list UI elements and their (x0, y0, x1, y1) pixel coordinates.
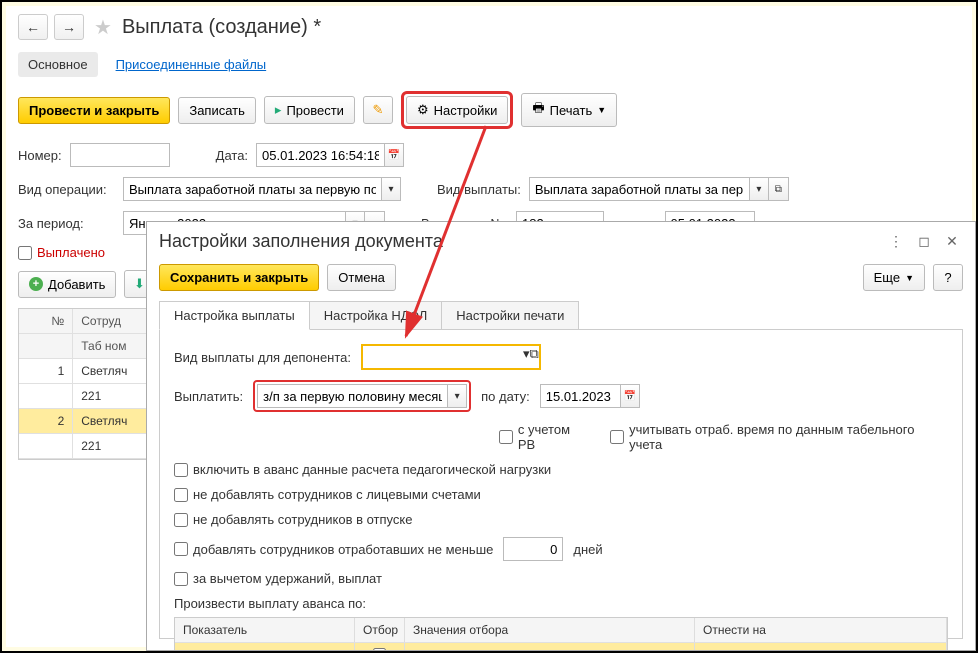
table-row[interactable]: 221 (19, 384, 152, 409)
col-assign[interactable]: Отнести на (695, 618, 947, 642)
col-indicator[interactable]: Показатель (175, 618, 355, 642)
pay-field-highlight: ▾ (253, 380, 471, 412)
printer-icon: 🖶 (532, 99, 544, 121)
col-tabnum[interactable]: Таб ном (73, 334, 152, 358)
add-button[interactable]: +Добавить (18, 271, 116, 298)
pay-select[interactable] (257, 384, 447, 408)
tab-print-settings[interactable]: Настройки печати (441, 301, 579, 330)
dropdown-icon[interactable]: ▾ (381, 177, 401, 201)
row-filter-checkbox[interactable] (373, 648, 386, 651)
by-date-label: по дату: (481, 389, 530, 404)
tab-attached-files[interactable]: Присоединенные файлы (116, 57, 267, 72)
maximize-icon[interactable]: ◻ (913, 230, 935, 252)
plus-icon: + (29, 277, 43, 291)
employee-grid: № Сотруд Таб ном 1 Светляч 221 2 Светляч… (18, 308, 153, 460)
dropdown-icon[interactable]: ▾ (447, 384, 467, 408)
table-row[interactable]: 1 Светляч (19, 359, 152, 384)
col-employee[interactable]: Сотруд (73, 309, 152, 333)
nav-forward-button[interactable]: → (54, 14, 84, 40)
col-number[interactable]: № (19, 309, 73, 333)
paid-checkbox[interactable]: Выплачено (18, 245, 105, 260)
chevron-down-icon: ▼ (597, 105, 606, 115)
calendar-icon[interactable]: 📅 (384, 143, 404, 167)
number-label: Номер: (18, 148, 62, 163)
dialog-title: Настройки заполнения документа (159, 231, 885, 252)
calendar-icon[interactable]: 📅 (620, 384, 640, 408)
op-type-label: Вид операции: (18, 182, 115, 197)
no-vacation-checkbox[interactable]: не добавлять сотрудников в отпуске (174, 512, 412, 527)
table-row[interactable]: 2 Светляч (19, 409, 152, 434)
settings-button[interactable]: ⚙Настройки (406, 96, 508, 124)
close-icon[interactable]: ✕ (941, 230, 963, 252)
save-close-button[interactable]: Сохранить и закрыть (159, 264, 319, 291)
by-date-input[interactable] (540, 384, 620, 408)
open-icon[interactable]: ⧉ (769, 177, 789, 201)
more-button[interactable]: Еще▼ (863, 264, 925, 291)
subhead-label: Произвести выплату аванса по: (174, 596, 948, 611)
help-button[interactable]: ? (933, 264, 963, 291)
menu-icon[interactable]: ⋮ (885, 230, 907, 252)
post-button[interactable]: ▸Провести (264, 96, 355, 124)
tab-payment-settings[interactable]: Настройка выплаты (159, 301, 310, 330)
col-values[interactable]: Значения отбора (405, 618, 695, 642)
tab-main[interactable]: Основное (18, 52, 98, 77)
op-type-input[interactable] (123, 177, 381, 201)
days-input[interactable] (503, 537, 563, 561)
col-filter[interactable]: Отбор (355, 618, 405, 642)
chevron-down-icon: ▼ (905, 273, 914, 283)
table-row[interactable]: Подразделение по всем подразделениям (175, 642, 947, 651)
settings-button-highlight: ⚙Настройки (401, 91, 513, 129)
filter-table: Показатель Отбор Значения отбора Отнести… (174, 617, 948, 651)
deductions-checkbox[interactable]: за вычетом удержаний, выплат (174, 571, 382, 586)
cancel-button[interactable]: Отмена (327, 264, 396, 291)
favorite-star-icon[interactable]: ★ (94, 15, 112, 40)
save-button[interactable]: Записать (178, 97, 256, 124)
post-icon: ▸ (275, 102, 282, 118)
table-row[interactable]: 221 (19, 434, 152, 459)
edit-form-button[interactable]: ✎ (363, 96, 393, 124)
nav-back-button[interactable]: ← (18, 14, 48, 40)
open-icon[interactable]: ⧉ (530, 346, 539, 368)
deponent-input[interactable] (363, 346, 523, 368)
period-label: За период: (18, 216, 115, 231)
rv-checkbox[interactable]: с учетом РВ (499, 422, 590, 452)
avans-pedload-checkbox[interactable]: включить в аванс данные расчета педагоги… (174, 462, 551, 477)
worked-min-checkbox[interactable]: добавлять сотрудников отработавших не ме… (174, 542, 493, 557)
tabel-checkbox[interactable]: учитывать отраб. время по данным табельн… (610, 422, 948, 452)
pencil-icon: ✎ (373, 102, 384, 118)
pay-label: Выплатить: (174, 389, 243, 404)
print-button[interactable]: 🖶Печать▼ (521, 93, 617, 127)
settings-dialog: Настройки заполнения документа ⋮ ◻ ✕ Сох… (146, 221, 976, 651)
date-label: Дата: (216, 148, 248, 163)
date-input[interactable] (256, 143, 384, 167)
deponent-label: Вид выплаты для депонента: (174, 350, 351, 365)
gear-icon: ⚙ (417, 102, 429, 118)
tab-ndfl-settings[interactable]: Настройка НДФЛ (309, 301, 443, 330)
dropdown-icon[interactable]: ▾ (749, 177, 769, 201)
pay-type-label: Вид выплаты: (437, 182, 521, 197)
deponent-field-highlight: ▾ ⧉ (361, 344, 541, 370)
number-input[interactable] (70, 143, 170, 167)
page-title: Выплата (создание) * (122, 16, 321, 39)
no-lic-checkbox[interactable]: не добавлять сотрудников с лицевыми счет… (174, 487, 481, 502)
pay-type-input[interactable] (529, 177, 749, 201)
days-label: дней (573, 542, 602, 557)
submit-close-button[interactable]: Провести и закрыть (18, 97, 170, 124)
fill-icon: ⬇ (134, 276, 145, 292)
